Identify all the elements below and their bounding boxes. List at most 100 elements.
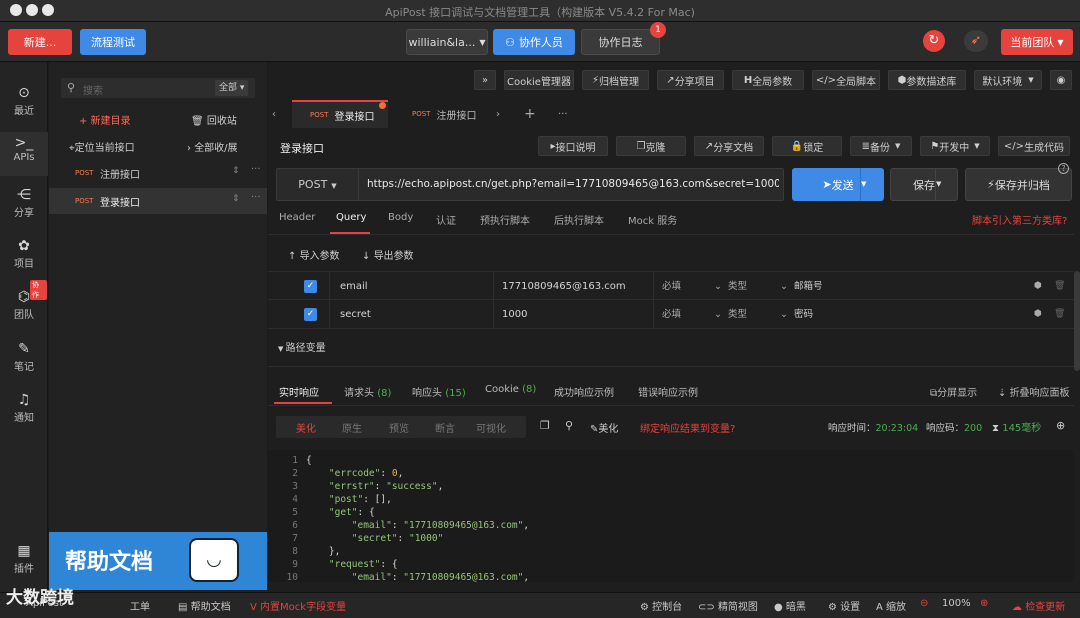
response-tab-request-headers[interactable]: 请求头 (8) — [344, 384, 391, 399]
global-script-button[interactable]: </> 全局脚本 — [812, 70, 880, 90]
required-select[interactable]: 必填 — [662, 300, 681, 329]
save-button[interactable]: 保存 ▼ — [890, 168, 958, 201]
response-body[interactable]: 1{2 "errcode": 0, 3 "errstr": "success", 4… — [268, 450, 1074, 583]
help-icon[interactable]: ? — [1058, 163, 1069, 174]
view-mode-preview[interactable]: 预览 — [389, 420, 409, 435]
import-params-button[interactable]: ↑ 导入参数 — [288, 247, 340, 262]
collab-log-button[interactable]: 协作日志 — [581, 29, 660, 55]
add-tab-icon[interactable]: + — [524, 100, 538, 128]
view-mode-visualize[interactable]: 可视化 — [476, 420, 506, 435]
bind-variable-link[interactable]: 绑定响应结果到变量? — [640, 420, 735, 435]
simple-view-toggle[interactable]: ⊂⊃ 精简视图 — [698, 598, 758, 613]
path-variables-toggle[interactable]: ▼ 路径变量 — [278, 339, 326, 354]
trash-icon[interactable]: 🗑 — [1054, 272, 1065, 301]
sync-icon[interactable]: ↻ — [923, 30, 945, 52]
dark-mode-toggle[interactable]: ● 暗黑 — [774, 598, 806, 613]
cube-icon[interactable]: ⬢ — [1034, 272, 1042, 301]
current-team-button[interactable]: 当前团队 ▼ — [1001, 29, 1073, 55]
filter-select[interactable]: 全部 ▾ — [215, 80, 249, 96]
trash-icon[interactable]: 🗑 — [1054, 300, 1065, 329]
nav-share[interactable]: ⋲ 分享 — [0, 184, 48, 228]
sort-icon[interactable]: ⇕ — [232, 166, 240, 176]
send-button[interactable]: ➤ 发送 ▼ — [792, 168, 884, 201]
response-tab-error-example[interactable]: 错误响应示例 — [638, 384, 698, 399]
nav-plugins[interactable]: ▦ 插件 — [0, 540, 48, 584]
nav-projects[interactable]: ✿ 项目 — [0, 235, 48, 279]
request-tab-active[interactable]: POST 登录接口 — [292, 100, 388, 128]
param-key[interactable]: email — [330, 272, 494, 301]
toggle-all-button[interactable]: › 全部收/展 — [187, 139, 238, 154]
param-description[interactable]: 邮箱号 — [794, 272, 823, 301]
settings-button[interactable]: ⚙ 设置 — [828, 598, 860, 613]
zoom-out-icon[interactable]: ⊖ — [920, 598, 928, 609]
param-key[interactable]: secret — [330, 300, 494, 329]
copy-icon[interactable]: ❐ — [540, 419, 550, 432]
eye-icon[interactable]: ◉ — [1050, 70, 1072, 90]
tab-header[interactable]: Header — [279, 212, 315, 223]
env-select[interactable]: 默认环境 ▼ — [974, 70, 1042, 90]
tab-scroll-left[interactable]: ‹ — [272, 100, 286, 128]
more-icon[interactable]: ··· — [251, 164, 261, 175]
response-tab-cookie[interactable]: Cookie (8) — [485, 384, 536, 395]
nav-notes[interactable]: ✎ 笔记 — [0, 338, 48, 382]
recycle-bin-button[interactable]: 🗑 回收站 — [191, 112, 237, 127]
chevron-down-icon[interactable]: ▼ — [860, 168, 884, 201]
tree-item-selected[interactable]: POST 登录接口 ⇕ ··· — [49, 188, 267, 214]
mock-vars-button[interactable]: V 内置Mock字段变量 — [250, 598, 346, 613]
response-tab-live[interactable]: 实时响应 — [279, 384, 319, 399]
generate-code-button[interactable]: </> 生成代码 — [998, 136, 1070, 156]
request-tab[interactable]: POST 注册接口 — [394, 100, 490, 128]
required-select[interactable]: 必填 — [662, 272, 681, 301]
clone-button[interactable]: ❐ 克隆 — [616, 136, 686, 156]
zoom-in-icon[interactable]: ⊕ — [980, 598, 988, 609]
param-value[interactable]: 1000 — [494, 300, 654, 329]
help-docs-banner[interactable]: 帮助文档 ◡ — [49, 532, 267, 590]
rocket-icon[interactable]: ➶ — [964, 30, 988, 52]
tab-post-script[interactable]: 后执行脚本 — [554, 212, 604, 227]
view-mode-beautify[interactable]: 美化 — [296, 420, 316, 435]
check-update-button[interactable]: ☁ 检查更新 — [1012, 598, 1065, 613]
checkbox-checked[interactable]: ✓ — [304, 280, 317, 293]
param-value[interactable]: 17710809465@163.com — [494, 272, 654, 301]
ticket-button[interactable]: 工单 — [130, 598, 150, 613]
status-select[interactable]: ⚑ 开发中 ▼ — [920, 136, 990, 156]
nav-recent[interactable]: ⊙ 最近 — [0, 82, 48, 126]
tab-query[interactable]: Query — [336, 212, 366, 223]
params-scrollbar[interactable] — [1074, 271, 1080, 371]
help-docs-button[interactable]: ▤ 帮助文档 — [178, 598, 231, 613]
new-folder-button[interactable]: + 新建目录 — [79, 112, 131, 127]
fold-panel-button[interactable]: ⇣ 折叠响应面板 — [998, 384, 1070, 399]
type-select[interactable]: 类型 — [728, 300, 747, 329]
param-description[interactable]: 密码 — [794, 300, 813, 329]
view-mode-raw[interactable]: 原生 — [342, 420, 362, 435]
new-button[interactable]: 新建... — [8, 29, 72, 55]
tab-auth[interactable]: 认证 — [436, 212, 456, 227]
share-project-button[interactable]: ↗ 分享项目 — [657, 70, 724, 90]
save-archive-button[interactable]: ⚡ 保存并归档 — [965, 168, 1072, 201]
nav-apis[interactable]: >_ APIs — [0, 132, 48, 176]
more-icon[interactable]: ··· — [251, 192, 261, 203]
lock-button[interactable]: 🔒 锁定 — [772, 136, 842, 156]
search-icon[interactable]: ⚲ — [565, 419, 573, 432]
backup-button[interactable]: ≣ 备份 ▼ — [850, 136, 912, 156]
param-library-button[interactable]: ⬢ 参数描述库 — [888, 70, 966, 90]
view-mode-assert[interactable]: 断言 — [435, 420, 455, 435]
type-select[interactable]: 类型 — [728, 272, 747, 301]
chevron-down-icon[interactable]: ▼ — [935, 169, 957, 200]
response-tab-success-example[interactable]: 成功响应示例 — [554, 384, 614, 399]
method-select[interactable]: POST ▼ — [277, 169, 359, 200]
split-view-button[interactable]: ⧉分屏显示 — [930, 384, 977, 399]
share-doc-button[interactable]: ↗ 分享文档 — [694, 136, 764, 156]
expand-button[interactable]: » — [474, 70, 496, 90]
nav-notifications[interactable]: ♫ 通知 — [0, 389, 48, 433]
console-button[interactable]: ⚙ 控制台 — [640, 598, 682, 613]
cube-icon[interactable]: ⬢ — [1034, 300, 1042, 329]
tab-body[interactable]: Body — [388, 212, 413, 223]
api-doc-button[interactable]: ▸ 接口说明 — [538, 136, 608, 156]
tab-scroll-right[interactable]: › — [496, 100, 510, 128]
beautify-button[interactable]: ✎美化 — [590, 420, 618, 435]
collab-members-button[interactable]: ⚇ 协作人员 — [493, 29, 575, 55]
checkbox-checked[interactable]: ✓ — [304, 308, 317, 321]
export-params-button[interactable]: ↓ 导出参数 — [362, 247, 414, 262]
search-box[interactable]: ⚲ 搜索 全部 ▾ — [61, 78, 255, 98]
